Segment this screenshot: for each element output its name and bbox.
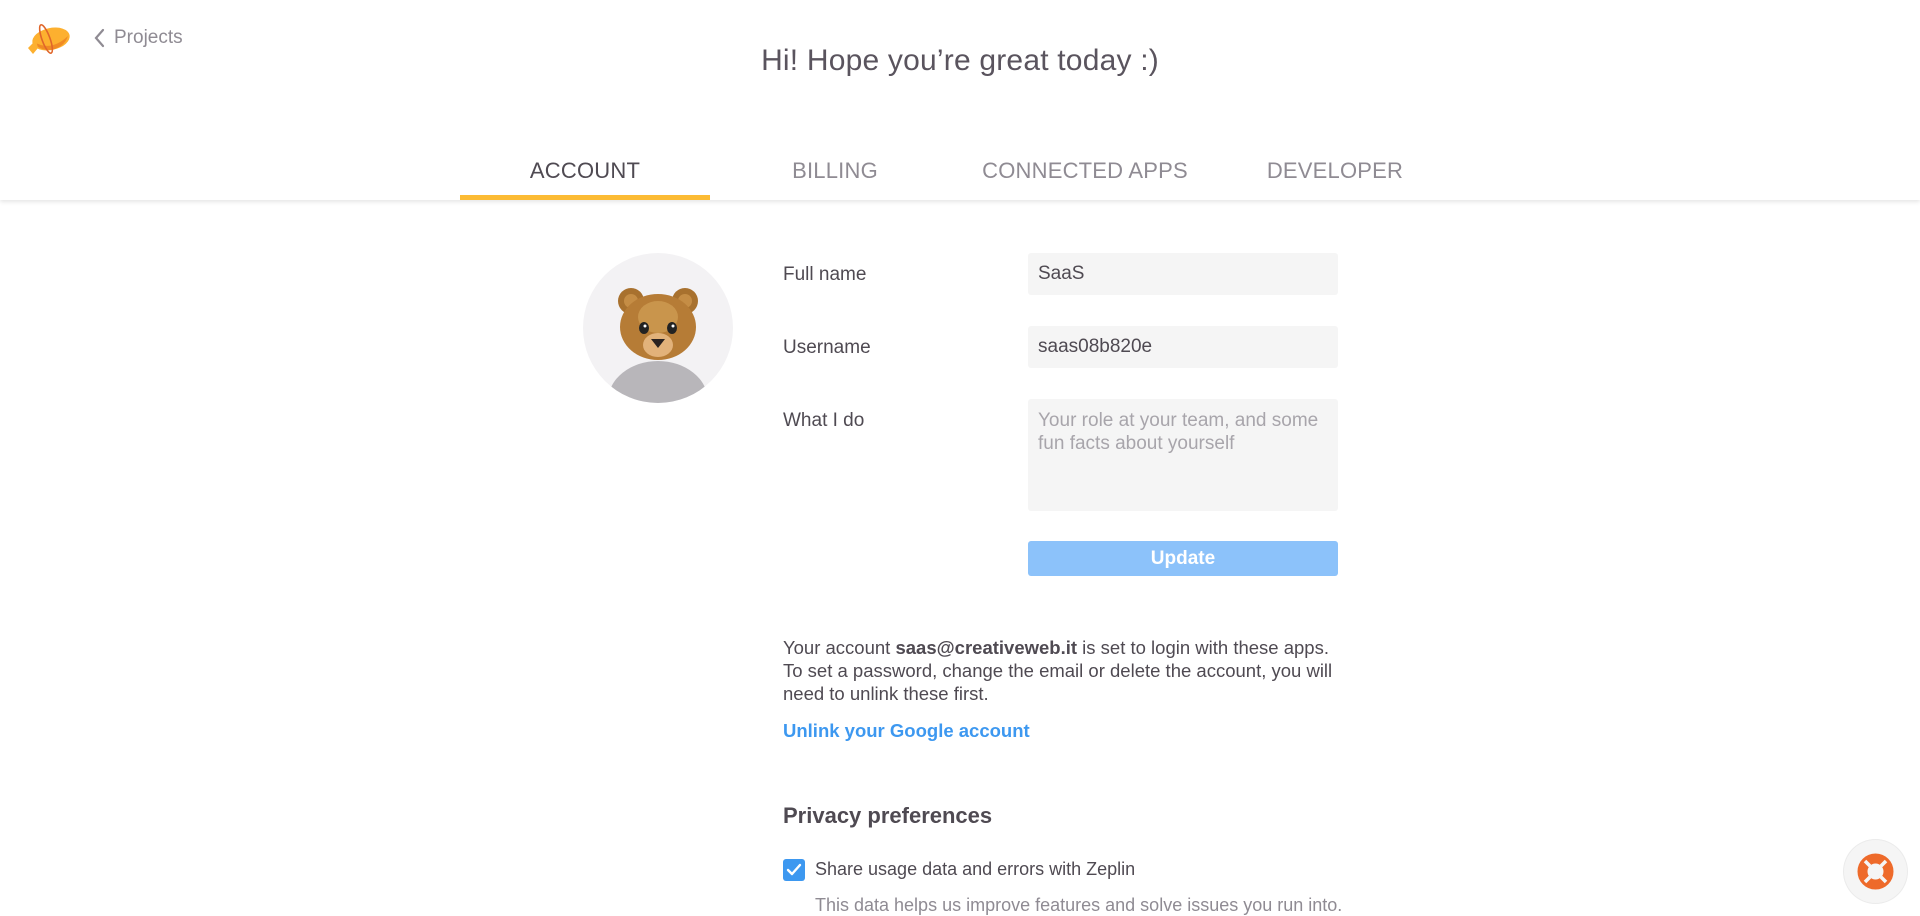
full-name-label: Full name [783, 264, 867, 285]
checkmark-icon [786, 863, 802, 876]
lifebuoy-icon [1857, 853, 1894, 890]
full-name-input[interactable] [1028, 253, 1338, 295]
unlink-google-account-link[interactable]: Unlink your Google account [783, 720, 1030, 742]
settings-tabs: ACCOUNT BILLING CONNECTED APPS DEVELOPER [460, 150, 1460, 200]
page-greeting: Hi! Hope you’re great today :) [761, 44, 1159, 77]
help-button[interactable] [1844, 840, 1907, 903]
tab-account[interactable]: ACCOUNT [460, 150, 710, 200]
what-i-do-textarea[interactable] [1028, 399, 1338, 511]
share-usage-checkbox[interactable] [783, 859, 805, 881]
info-prefix: Your account [783, 637, 896, 658]
account-login-info: Your account saas@creativeweb.it is set … [783, 636, 1343, 705]
bear-face-icon [618, 288, 698, 360]
tab-connected-apps[interactable]: CONNECTED APPS [960, 150, 1210, 200]
username-label: Username [783, 337, 871, 358]
username-input[interactable] [1028, 326, 1338, 368]
tab-developer[interactable]: DEVELOPER [1210, 150, 1460, 200]
what-i-do-label: What I do [783, 410, 865, 431]
avatar[interactable] [583, 253, 733, 403]
update-button[interactable]: Update [1028, 541, 1338, 576]
account-email: saas@creativeweb.it [895, 637, 1078, 658]
privacy-preferences-heading: Privacy preferences [783, 803, 993, 828]
tab-billing[interactable]: BILLING [710, 150, 960, 200]
share-usage-label[interactable]: Share usage data and errors with Zeplin [815, 859, 1135, 880]
share-usage-description: This data helps us improve features and … [815, 895, 1343, 915]
top-header: Projects Hi! Hope you’re great today :) … [0, 0, 1920, 200]
